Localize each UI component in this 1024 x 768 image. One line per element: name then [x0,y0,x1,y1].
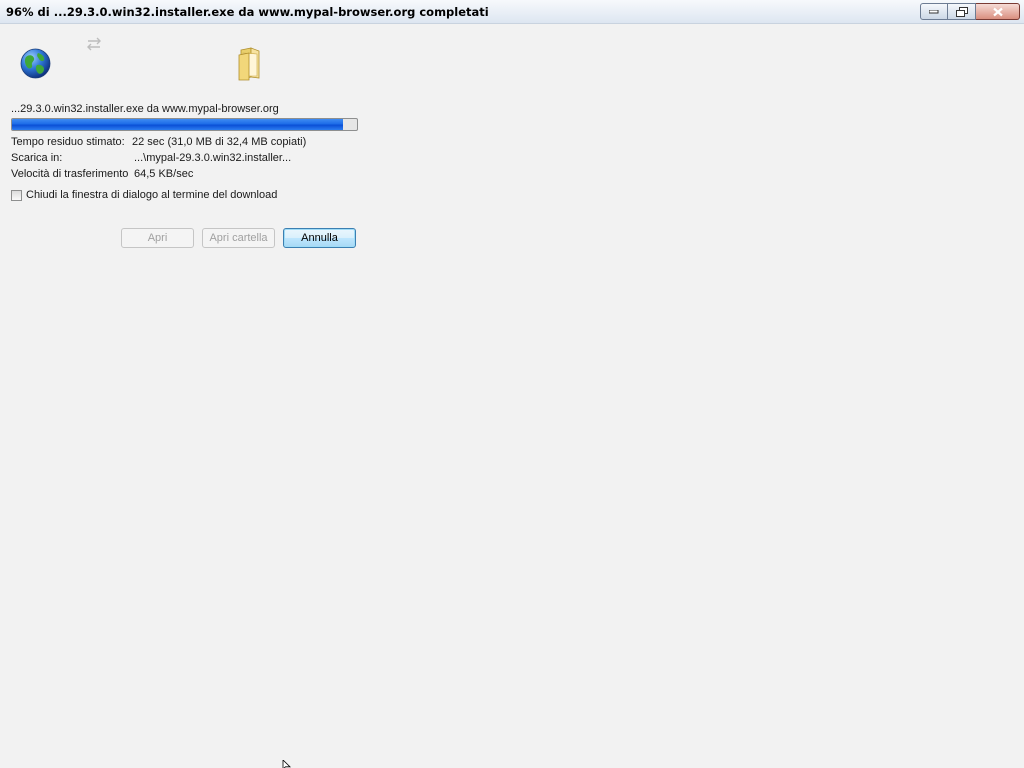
globe-icon [20,48,51,79]
caption-buttons [920,3,1020,21]
progress-fill [12,119,344,130]
time-remaining-label: Tempo residuo stimato: [11,136,125,148]
open-button[interactable]: Apri [121,228,194,248]
mouse-pointer-icon [282,760,291,768]
transfer-rate-row: Velocità di trasferimento 64,5 KB/sec [11,168,193,180]
maximize-icon [955,6,968,17]
window-title: 96% di ...29.3.0.win32.installer.exe da … [6,5,489,19]
close-on-complete-option[interactable]: Chiudi la finestra di dialogo al termine… [11,189,277,201]
folder-icon [238,47,260,81]
time-remaining-value: 22 sec (31,0 MB di 32,4 MB copiati) [132,136,307,148]
maximize-button[interactable] [948,3,976,20]
download-to-row: Scarica in: ...\mypal-29.3.0.win32.insta… [11,152,291,164]
open-folder-button[interactable]: Apri cartella [202,228,275,248]
download-to-label: Scarica in: [11,152,63,164]
time-remaining-row: Tempo residuo stimato: 22 sec (31,0 MB d… [11,136,306,148]
minimize-icon [929,9,939,13]
transfer-rate-value: 64,5 KB/sec [134,168,194,180]
download-to-path[interactable]: ...\mypal-29.3.0.win32.installer... [134,152,291,164]
download-progress-bar [11,118,358,131]
download-dialog: 96% di ...29.3.0.win32.installer.exe da … [0,0,1024,768]
close-button[interactable] [976,3,1020,20]
close-on-complete-label: Chiudi la finestra di dialogo al termine… [26,189,278,201]
transfer-arrows-icon [87,37,101,51]
title-bar[interactable]: 96% di ...29.3.0.win32.installer.exe da … [0,0,1024,24]
minimize-button[interactable] [920,3,948,20]
cancel-button[interactable]: Annulla [283,228,356,248]
transfer-rate-label: Velocità di trasferimento [11,168,129,180]
close-on-complete-checkbox[interactable] [11,189,22,201]
close-icon [992,7,1003,16]
download-filename: ...29.3.0.win32.installer.exe da www.myp… [11,103,279,115]
